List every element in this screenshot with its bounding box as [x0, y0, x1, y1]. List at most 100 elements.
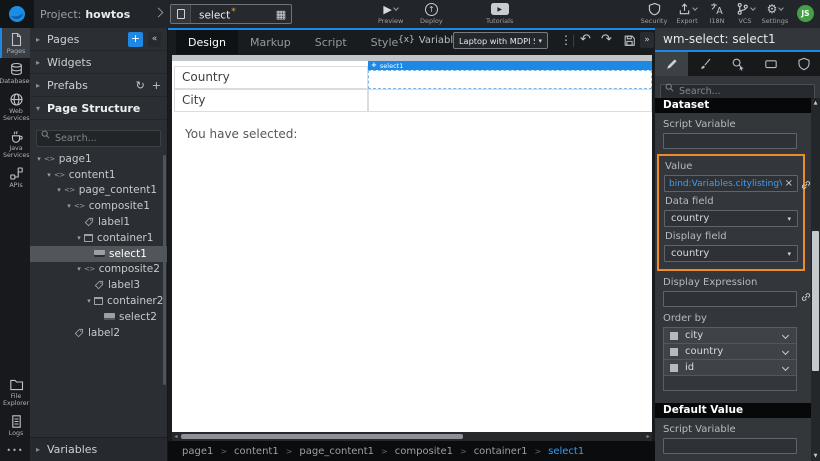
default-script-variable-input[interactable] — [663, 438, 797, 454]
sidebar-item-file-explorer[interactable]: File Explorer — [0, 373, 30, 410]
scroll-left-icon[interactable]: ◂ — [172, 433, 180, 440]
sidebar-item-databases[interactable]: Databases — [0, 58, 33, 88]
tree-item-label2[interactable]: label2 — [30, 325, 167, 341]
preview-button[interactable]: ▶ Preview — [378, 2, 403, 26]
sidebar-item-web-services[interactable]: Web Services — [0, 88, 30, 125]
tree-item-select1[interactable]: select1 — [30, 245, 167, 262]
refresh-icon[interactable]: ↻ — [136, 79, 145, 92]
page-selector[interactable]: select* ▦ — [170, 4, 292, 24]
inspector-scrollbar[interactable]: ▲ ▼ — [811, 98, 820, 461]
data-field-select[interactable]: country ▾ — [664, 210, 798, 227]
canvas-horizontal-scrollbar[interactable]: ◂ ▸ — [172, 432, 652, 441]
export-button[interactable]: Export — [671, 2, 703, 25]
tab-design[interactable]: Design — [176, 30, 238, 54]
scrollbar-thumb[interactable] — [812, 231, 819, 371]
vcs-button[interactable]: VCS — [731, 2, 759, 25]
checkbox[interactable] — [670, 331, 678, 340]
chevron-down-icon[interactable] — [781, 363, 790, 372]
search-input[interactable] — [36, 130, 161, 147]
sidebar-item-pages[interactable]: Pages — [0, 28, 30, 58]
collapsed-arrow-icon[interactable]: ▸ — [36, 81, 47, 90]
order-by-option-country[interactable]: country — [664, 344, 796, 360]
tree-expand-arrow[interactable]: ▾ — [54, 186, 64, 194]
grid-icon[interactable]: ▦ — [271, 8, 291, 21]
redo-icon[interactable]: ↷ — [601, 32, 612, 48]
more-options-icon[interactable]: ••• — [0, 440, 30, 461]
tree-expand-arrow[interactable]: ▾ — [84, 297, 94, 305]
tree-item-page_content1[interactable]: ▾ <> page_content1 — [30, 183, 167, 199]
settings-button[interactable]: ⚙ Settings — [759, 2, 791, 25]
breadcrumb-item-container1[interactable]: container1 — [474, 446, 528, 457]
city-select-cell[interactable] — [368, 89, 652, 112]
scroll-up-icon[interactable]: ▲ — [811, 100, 820, 106]
collapse-inspector-button[interactable]: » — [640, 32, 654, 48]
breadcrumb-item-content1[interactable]: content1 — [234, 446, 279, 457]
value-binding-input[interactable]: bind:Variables.citylistingVar.dataSet × — [664, 175, 798, 192]
i18n-button[interactable]: A I18N — [703, 2, 731, 25]
section-widgets[interactable]: ▸ Widgets — [30, 51, 167, 74]
display-expression-link-icon[interactable] — [800, 288, 811, 307]
tree-expand-arrow[interactable]: ▾ — [74, 265, 84, 273]
sidebar-item-apis[interactable]: APIs — [0, 162, 30, 192]
undo-icon[interactable]: ↶ — [580, 32, 591, 48]
collapsed-arrow-icon[interactable]: ▸ — [36, 58, 47, 67]
checkbox[interactable] — [670, 363, 678, 372]
sidebar-item-java-services[interactable]: Java Services — [0, 125, 30, 162]
chevron-down-icon[interactable] — [781, 331, 790, 340]
collapsed-arrow-icon[interactable]: ▸ — [36, 35, 47, 44]
tree-expand-arrow[interactable]: ▾ — [74, 234, 84, 242]
add-prefab-button[interactable]: + — [152, 79, 161, 92]
tree-scrollbar[interactable] — [163, 155, 166, 385]
tutorials-button[interactable]: ▶ Tutorials — [486, 2, 513, 25]
tree-expand-arrow[interactable]: ▾ — [44, 171, 54, 179]
city-label-cell[interactable]: City — [174, 89, 368, 112]
design-page[interactable]: Country City + select1 You have selected… — [172, 55, 652, 432]
breadcrumb-item-page1[interactable]: page1 — [182, 446, 213, 457]
tree-item-label3[interactable]: label3 — [30, 277, 167, 293]
breadcrumb-item-select1[interactable]: select1 — [548, 446, 584, 457]
country-label-cell[interactable]: Country — [174, 66, 368, 89]
tree-item-page1[interactable]: ▾ <> page1 — [30, 151, 167, 167]
tree-item-label1[interactable]: label1 — [30, 214, 167, 230]
order-by-option-city[interactable]: city — [664, 328, 796, 344]
breadcrumb-item-page_content1[interactable]: page_content1 — [299, 446, 374, 457]
deploy-button[interactable]: ↑ Deploy — [420, 2, 443, 25]
expanded-arrow-icon[interactable]: ▾ — [36, 104, 47, 113]
device-selector[interactable]: Laptop with MDPI Screen ▾ — [453, 32, 548, 49]
tree-item-container2[interactable]: ▾ container2 — [30, 293, 167, 309]
display-field-select[interactable]: country ▾ — [664, 245, 798, 262]
sidebar-item-logs[interactable]: Logs — [0, 410, 30, 440]
tree-item-composite2[interactable]: ▾ <> composite2 — [30, 262, 167, 278]
collapsed-arrow-icon[interactable]: ▸ — [36, 445, 47, 454]
breadcrumb-item-composite1[interactable]: composite1 — [395, 446, 453, 457]
tree-item-container1[interactable]: ▾ container1 — [30, 230, 167, 246]
value-bind-link-icon[interactable] — [800, 176, 811, 195]
clear-binding-icon[interactable]: × — [785, 178, 793, 189]
tree-expand-arrow[interactable]: ▾ — [64, 202, 74, 210]
default-value-section-header[interactable]: Default Value — [655, 403, 811, 418]
save-icon[interactable] — [623, 34, 636, 51]
tab-inspect[interactable] — [721, 52, 754, 76]
section-pages[interactable]: ▸ Pages + « — [30, 28, 167, 51]
tab-device[interactable] — [754, 52, 787, 76]
tab-script[interactable]: Script — [303, 30, 359, 54]
selected-widget-tag[interactable]: + select1 — [368, 61, 652, 70]
tab-markup[interactable]: Markup — [238, 30, 303, 54]
display-expression-input[interactable] — [663, 291, 797, 307]
tab-styles[interactable] — [688, 52, 721, 76]
section-prefabs[interactable]: ▸ Prefabs ↻ + — [30, 74, 167, 97]
tree-item-composite1[interactable]: ▾ <> composite1 — [30, 198, 167, 214]
dataset-section-header[interactable]: Dataset — [655, 98, 811, 113]
select1-widget[interactable] — [368, 70, 652, 89]
tab-properties[interactable] — [655, 52, 688, 76]
script-variable-input[interactable] — [663, 133, 797, 149]
tab-security[interactable] — [787, 52, 820, 76]
wavemaker-logo[interactable] — [0, 0, 34, 28]
section-page-structure[interactable]: ▾ Page Structure — [30, 97, 167, 120]
security-button[interactable]: Security — [637, 2, 671, 25]
add-page-button[interactable]: + — [128, 31, 143, 47]
scroll-down-icon[interactable]: ▼ — [811, 453, 820, 459]
tree-item-select2[interactable]: select2 — [30, 309, 167, 325]
scroll-right-icon[interactable]: ▸ — [644, 433, 652, 440]
scrollbar-thumb[interactable] — [181, 434, 463, 439]
